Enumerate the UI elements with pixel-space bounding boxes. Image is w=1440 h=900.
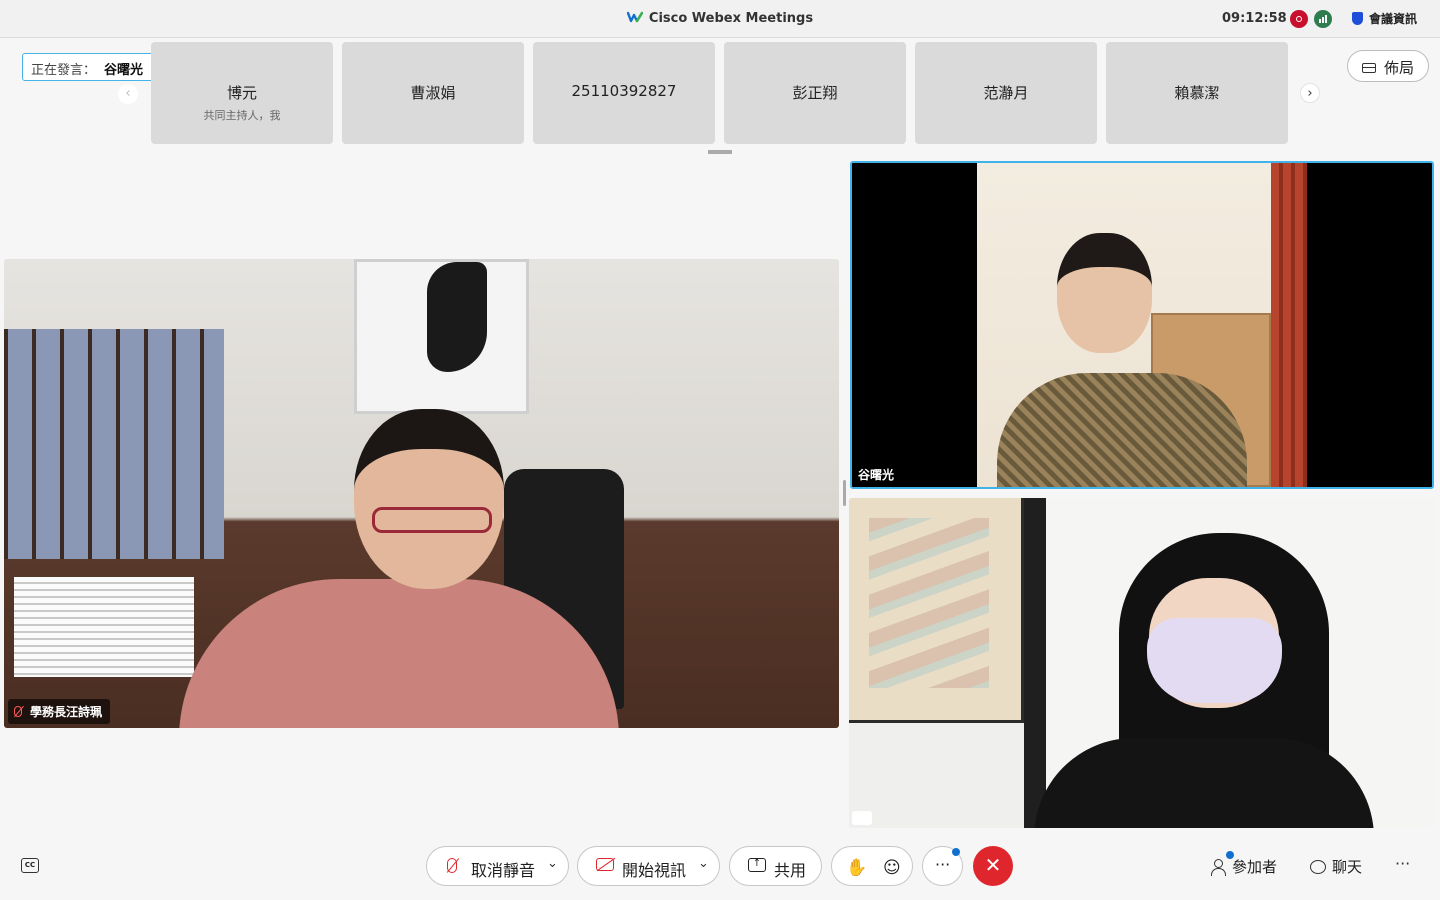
filmstrip-prev-button[interactable]: ‹ [118,84,138,104]
unmute-label: 取消靜音 [471,861,536,880]
participant-name: 賴慕潔 [1174,84,1220,102]
participant-tile[interactable]: 曹淑娟 [342,42,524,144]
participant-tile[interactable]: 賴慕潔 [1106,42,1288,144]
webex-logo-icon [626,11,643,23]
video-background-papers [14,577,194,677]
meeting-info-label: 會議資訊 [1369,12,1418,26]
participant-tile[interactable]: 范瀞月 [915,42,1097,144]
app-title-text: Cisco Webex Meetings [648,11,814,26]
video-background-curtain [1271,163,1307,487]
participant-name: 25110392827 [571,82,677,100]
start-video-button[interactable]: 開始視訊 ⌄ [577,846,720,886]
reactions-icon[interactable]: ☺ [883,858,901,878]
camera-icon [852,811,872,825]
video-background-window [4,329,224,559]
video-scene [977,163,1307,487]
video-name-tag: 學務長汪詩珮 [8,699,111,724]
hand-reactions-group[interactable]: ✋ ☺ [831,846,913,886]
participant-name: 彭正翔 [792,84,838,102]
layout-icon [1361,63,1376,73]
end-meeting-button[interactable]: ✕ [973,846,1013,886]
participant-name: 范瀞月 [983,84,1029,102]
participant-video-mask [1147,618,1282,703]
filmstrip-resize-handle[interactable] [708,150,732,154]
participants-label: 參加者 [1232,858,1278,876]
more-options-label: ··· [935,855,951,874]
chat-icon [1310,860,1326,874]
shield-icon [1352,12,1363,25]
raise-hand-icon[interactable]: ✋ [846,858,867,878]
participant-video-face [354,409,504,589]
layout-label: 佈局 [1383,59,1414,77]
active-speaker-video[interactable]: 谷曙光 [850,161,1434,489]
filmstrip-next-button[interactable]: › [1300,83,1320,103]
speaking-label: 正在發言： [31,63,97,78]
chevron-down-icon[interactable]: ⌄ [547,856,558,871]
mic-muted-icon [447,858,457,873]
share-label: 共用 [774,861,807,880]
video-name: 谷曙光 [858,468,895,482]
participant-video-face [1057,233,1152,353]
speaking-name: 谷曙光 [104,63,144,78]
share-button[interactable]: ↑ 共用 [729,846,822,886]
video-background-poster [849,498,1024,723]
participant-name: 博元 [226,84,257,102]
participant-name: 曹淑娟 [410,84,456,102]
layout-button[interactable]: 佈局 [1347,50,1429,82]
video-name-tag: 谷曙光 [852,462,903,487]
participant-role: 共同主持人，我 [203,109,281,122]
participants-icon [1210,859,1226,876]
muted-mic-icon [14,706,22,717]
chat-button[interactable]: 聊天 [1310,856,1362,877]
chat-label: 聊天 [1332,858,1363,876]
participant-video[interactable] [849,498,1435,828]
participant-video-figure [1034,738,1374,828]
share-icon: ↑ [748,858,766,872]
main-video[interactable]: 學務長汪詩珮 [4,259,839,728]
start-video-label: 開始視訊 [622,861,687,880]
notification-dot [952,848,960,856]
chevron-down-icon[interactable]: ⌄ [698,856,709,871]
video-background-door [1024,498,1046,828]
video-name: 學務長汪詩珮 [30,705,103,719]
video-background-painting [354,259,529,414]
participant-tile[interactable]: 25110392827 [533,42,715,144]
meeting-info-button[interactable]: 會議資訊 [1352,10,1417,27]
network-icon[interactable] [1314,10,1332,28]
participant-tile[interactable]: 博元 共同主持人，我 [151,42,333,144]
video-off-icon [596,858,614,871]
title-bar: Cisco Webex Meetings 09:12:58 會議資訊 [0,0,1440,38]
captions-button[interactable]: CC [21,858,39,873]
overflow-menu-button[interactable]: ··· [1395,854,1410,873]
participant-video-figure [997,373,1247,487]
unmute-button[interactable]: 取消靜音 ⌄ [426,846,569,886]
record-icon[interactable] [1290,10,1308,28]
stage-split-handle[interactable] [843,480,846,506]
participant-video-glasses [372,507,492,533]
participants-button[interactable]: 參加者 [1210,856,1277,877]
participant-tile[interactable]: 彭正翔 [724,42,906,144]
meeting-clock: 09:12:58 [1222,11,1287,26]
